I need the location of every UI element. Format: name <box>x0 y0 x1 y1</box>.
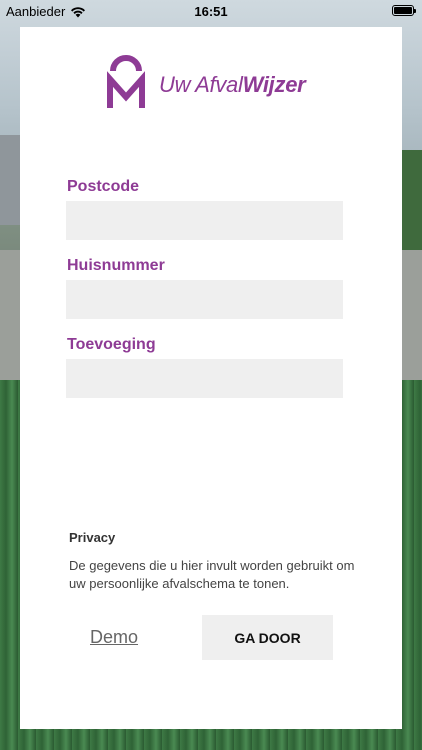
privacy-text: De gegevens die u hier invult worden geb… <box>69 558 355 591</box>
logo-text-wijzer: Wijzer <box>242 72 306 97</box>
postcode-label: Postcode <box>67 178 140 195</box>
battery-icon <box>392 5 416 16</box>
ga-door-button[interactable]: GA DOOR <box>202 615 333 660</box>
toevoeging-input[interactable] <box>66 359 343 398</box>
uw-afvalwijzer-logo-icon <box>107 55 145 108</box>
status-bar: Aanbieder 16:51 <box>0 0 422 22</box>
login-card: Uw AfvalWijzer Postcode Huisnummer Toevo… <box>20 27 402 729</box>
huisnummer-input[interactable] <box>66 280 343 319</box>
app-logo: Uw AfvalWijzer <box>107 53 306 109</box>
postcode-input[interactable] <box>66 201 343 240</box>
logo-text-afval: Uw Afval <box>159 72 243 97</box>
logo-wordmark: Uw AfvalWijzer <box>159 72 306 98</box>
status-time: 16:51 <box>194 4 228 19</box>
background-building <box>0 135 22 225</box>
huisnummer-label: Huisnummer <box>67 257 165 274</box>
toevoeging-label: Toevoeging <box>67 336 156 353</box>
privacy-title: Privacy <box>69 530 116 545</box>
demo-link[interactable]: Demo <box>90 627 138 648</box>
